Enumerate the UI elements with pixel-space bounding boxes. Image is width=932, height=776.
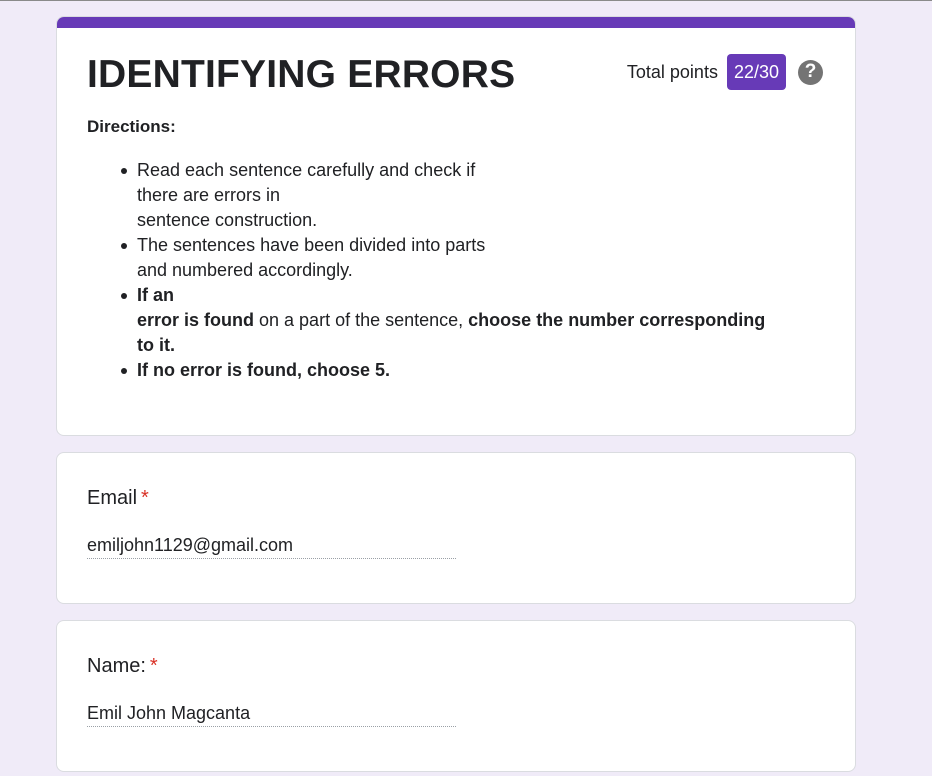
name-label: Name: [87, 655, 146, 677]
name-field[interactable]: Emil John Magcanta [87, 703, 456, 727]
directions-list: Read each sentence carefully and check i… [121, 158, 787, 383]
directions-item: If no error is found, choose 5. [121, 358, 787, 383]
required-asterisk: * [141, 487, 149, 509]
score-badge: 22/30 [726, 54, 786, 90]
header-accent-bar [57, 17, 855, 28]
required-asterisk: * [149, 655, 158, 677]
directions-text: If no error is found, choose 5. [137, 360, 391, 380]
directions-text: on a part of the sentence, [254, 310, 469, 330]
directions-item: The sentences have been divided into par… [121, 233, 787, 283]
question-label: Email * [87, 487, 149, 510]
directions-text: If an [137, 285, 175, 305]
form-header-card: IDENTIFYING ERRORS Total points 22/30 ? … [56, 16, 856, 436]
directions-text: error is found [137, 310, 255, 330]
directions-text: The sentences have been divided into par… [137, 235, 486, 255]
total-points-label: Total points [626, 61, 718, 82]
name-question-card: Name: * Emil John Magcanta [56, 620, 856, 772]
email-question-card: Email * emiljohn1129@gmail.com [56, 452, 856, 604]
total-points: Total points 22/30 ? [627, 54, 823, 90]
directions-text: there are errors in [137, 185, 281, 205]
question-label: Name: * [87, 655, 158, 678]
directions-heading: Directions: [87, 117, 176, 136]
directions-text: Read each sentence carefully and check i… [137, 160, 476, 180]
directions-text: and numbered accordingly. [137, 260, 353, 280]
help-circle-icon[interactable]: ? [798, 59, 823, 85]
email-field[interactable]: emiljohn1129@gmail.com [87, 535, 456, 559]
directions-text: sentence construction. [137, 210, 318, 230]
form-title: IDENTIFYING ERRORS [87, 53, 516, 96]
email-label: Email [87, 487, 138, 509]
directions-item: Read each sentence carefully and check i… [121, 158, 787, 233]
directions-item: If an error is found on a part of the se… [121, 283, 787, 358]
